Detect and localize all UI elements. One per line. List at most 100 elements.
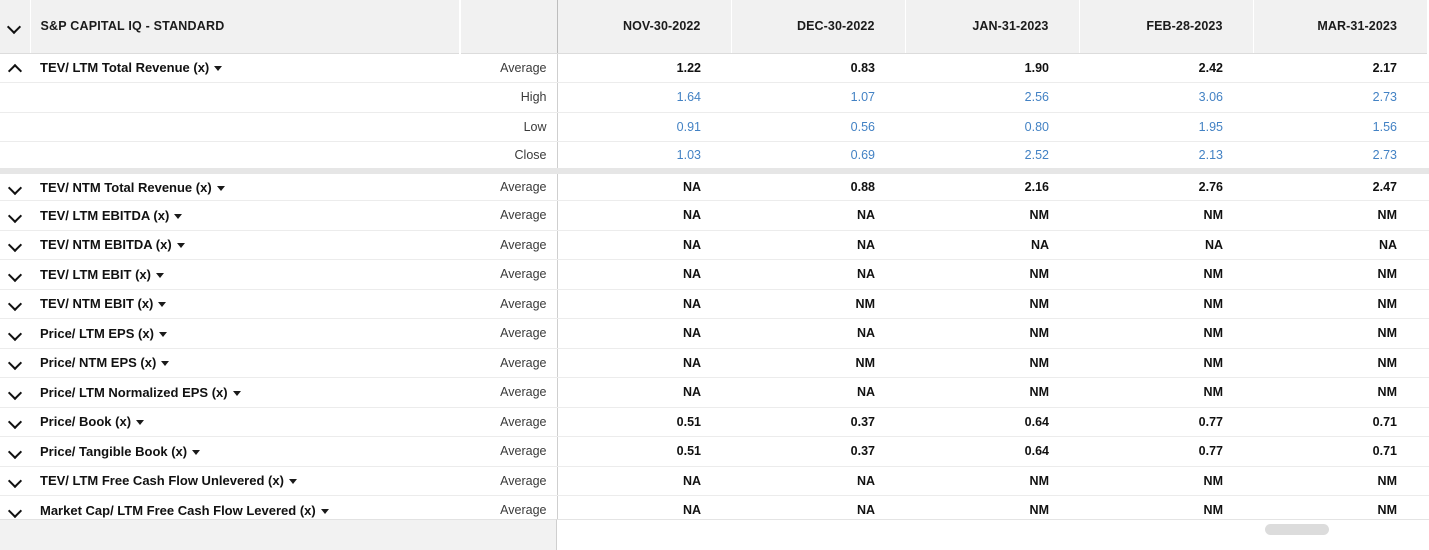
caret-down-icon[interactable] [156,273,164,278]
subcell-value: 0.80 [905,112,1079,142]
header-date-1[interactable]: DEC-30-2022 [731,0,905,53]
row-stat-label: Average [460,437,557,467]
table-row[interactable]: TEV/ LTM EBIT (x)AverageNANANMNMNM [0,260,1429,290]
row-expand-toggle-9[interactable] [0,407,30,437]
header-date-4[interactable]: MAR-31-2023 [1253,0,1427,53]
row-label[interactable]: TEV/ NTM EBIT (x) [30,289,460,319]
caret-down-icon[interactable] [161,361,169,366]
row-label-text: Price/ Tangible Book (x) [40,444,187,459]
row-label[interactable]: TEV/ LTM EBIT (x) [30,260,460,290]
row-expand-toggle-3[interactable] [0,230,30,260]
chevron-up-icon [10,62,21,73]
caret-down-icon[interactable] [217,186,225,191]
row-label[interactable]: Price/ LTM Normalized EPS (x) [30,378,460,408]
table-row[interactable]: TEV/ NTM EBIT (x)AverageNANMNMNMNM [0,289,1429,319]
row-label[interactable]: Price/ LTM EPS (x) [30,319,460,349]
cell-value: NM [905,260,1079,290]
row-expand-toggle-7[interactable] [0,348,30,378]
caret-down-icon[interactable] [158,302,166,307]
row-expand-toggle-11[interactable] [0,466,30,496]
table-subrow[interactable]: Low0.910.560.801.951.56 [0,112,1429,142]
table-row[interactable]: TEV/ LTM Free Cash Flow Unlevered (x)Ave… [0,466,1429,496]
chevron-down-icon [10,210,21,221]
cell-value: NM [905,201,1079,231]
row-expand-toggle-6[interactable] [0,319,30,349]
cell-value: 2.42 [1079,53,1253,83]
row-expand-toggle-10[interactable] [0,437,30,467]
caret-down-icon[interactable] [174,214,182,219]
header-date-3[interactable]: FEB-28-2023 [1079,0,1253,53]
row-stat-label: Average [460,230,557,260]
header-collapse-toggle[interactable] [0,0,30,53]
row-expand-toggle-4[interactable] [0,260,30,290]
subcell-value: 2.73 [1253,83,1427,113]
row-label[interactable]: TEV/ LTM Free Cash Flow Unlevered (x) [30,466,460,496]
cell-value: 2.16 [905,171,1079,201]
header-row: S&P CAPITAL IQ - STANDARD NOV-30-2022 DE… [0,0,1429,53]
row-label[interactable]: Price/ Book (x) [30,407,460,437]
row-label[interactable]: TEV/ LTM EBITDA (x) [30,201,460,231]
row-label-text: TEV/ NTM EBITDA (x) [40,237,172,252]
table-row[interactable]: Price/ NTM EPS (x)AverageNANMNMNMNM [0,348,1429,378]
table-subrow[interactable]: High1.641.072.563.062.73 [0,83,1429,113]
row-label-text: Price/ LTM EPS (x) [40,326,154,341]
cell-value: NM [731,289,905,319]
table-row[interactable]: Price/ LTM EPS (x)AverageNANANMNMNM [0,319,1429,349]
capital-iq-metrics-table: S&P CAPITAL IQ - STANDARD NOV-30-2022 DE… [0,0,1429,526]
row-expand-toggle-5[interactable] [0,289,30,319]
cell-value: NA [557,378,731,408]
cell-value: NA [731,260,905,290]
caret-down-icon[interactable] [177,243,185,248]
table-row[interactable]: TEV/ LTM Total Revenue (x)Average1.220.8… [0,53,1429,83]
chevron-down-icon [10,387,21,398]
chevron-down-icon [10,505,21,516]
row-label[interactable]: Price/ Tangible Book (x) [30,437,460,467]
table-row[interactable]: Price/ Tangible Book (x)Average0.510.370… [0,437,1429,467]
row-expand-toggle-1[interactable] [0,171,30,201]
row-stat-label: Average [460,260,557,290]
caret-down-icon[interactable] [214,66,222,71]
cell-value: NM [1079,319,1253,349]
row-label[interactable]: TEV/ NTM Total Revenue (x) [30,171,460,201]
subrow-label-spacer [30,142,460,172]
cell-value: 0.37 [731,437,905,467]
caret-down-icon[interactable] [192,450,200,455]
row-label[interactable]: Price/ NTM EPS (x) [30,348,460,378]
header-date-2[interactable]: JAN-31-2023 [905,0,1079,53]
cell-value: NA [557,319,731,349]
cell-value: NA [731,230,905,260]
row-expand-toggle-8[interactable] [0,378,30,408]
cell-value: NM [1079,201,1253,231]
table-row[interactable]: TEV/ NTM Total Revenue (x)AverageNA0.882… [0,171,1429,201]
cell-value: NM [1253,348,1427,378]
row-label[interactable]: TEV/ NTM EBITDA (x) [30,230,460,260]
caret-down-icon[interactable] [289,479,297,484]
subcell-value: 1.03 [557,142,731,172]
table-row[interactable]: TEV/ NTM EBITDA (x)AverageNANANANANA [0,230,1429,260]
row-expand-toggle-2[interactable] [0,201,30,231]
subcell-value: 2.52 [905,142,1079,172]
chevron-down-icon [10,446,21,457]
horizontal-scrollbar-thumb[interactable] [1265,524,1329,535]
table-row[interactable]: Price/ LTM Normalized EPS (x)AverageNANA… [0,378,1429,408]
caret-down-icon[interactable] [159,332,167,337]
table-subrow[interactable]: Close1.030.692.522.132.73 [0,142,1429,172]
cell-value: 2.76 [1079,171,1253,201]
table-row[interactable]: TEV/ LTM EBITDA (x)AverageNANANMNMNM [0,201,1429,231]
row-label-text: TEV/ NTM EBIT (x) [40,296,153,311]
row-expand-toggle-0[interactable] [0,53,30,83]
caret-down-icon[interactable] [136,420,144,425]
caret-down-icon[interactable] [321,509,329,514]
cell-value: 0.77 [1079,407,1253,437]
row-stat-label: Average [460,378,557,408]
cell-value: 2.17 [1253,53,1427,83]
row-stat-label: Average [460,171,557,201]
header-date-0[interactable]: NOV-30-2022 [557,0,731,53]
caret-down-icon[interactable] [233,391,241,396]
row-label[interactable]: TEV/ LTM Total Revenue (x) [30,53,460,83]
cell-value: NA [731,319,905,349]
subcell-value: 2.13 [1079,142,1253,172]
cell-value: NM [1253,319,1427,349]
table-row[interactable]: Price/ Book (x)Average0.510.370.640.770.… [0,407,1429,437]
subrow-chev-spacer [0,83,30,113]
